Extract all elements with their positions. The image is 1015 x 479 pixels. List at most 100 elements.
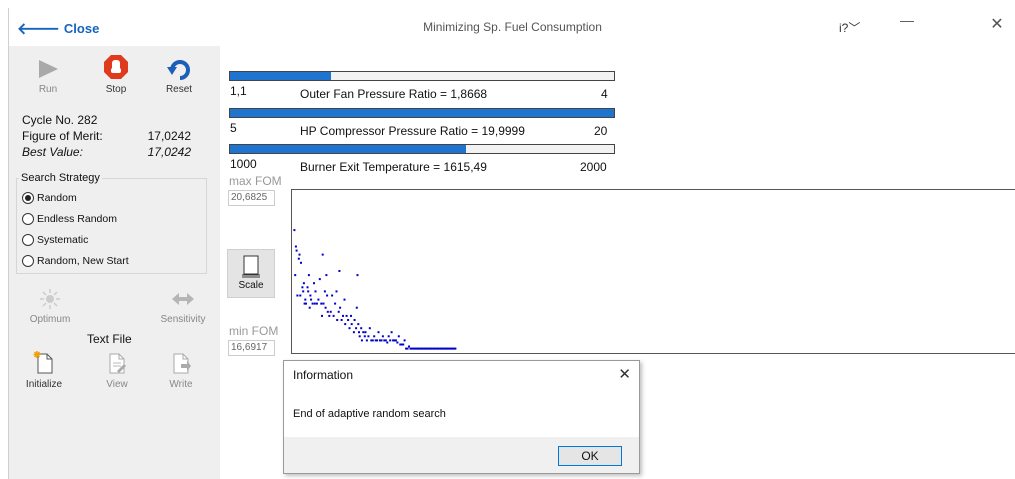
radio-endless-random[interactable]: Endless Random xyxy=(22,213,117,225)
scatter-point-16 xyxy=(307,290,310,293)
scale-button[interactable]: Scale xyxy=(227,249,275,298)
stop-button[interactable]: Stop xyxy=(99,54,133,95)
hp-compressor-min: 5 xyxy=(230,121,237,135)
dialog-close-button[interactable]: ✕ xyxy=(618,365,631,383)
outer-fan-min: 1,1 xyxy=(230,84,247,98)
undo-icon xyxy=(167,60,190,80)
scatter-point-25 xyxy=(315,302,318,305)
scatter-point-22 xyxy=(313,282,315,285)
dialog-title: Information xyxy=(293,368,354,382)
fom-label: Figure of Merit: xyxy=(22,129,103,143)
scatter-point-26 xyxy=(317,298,320,301)
scatter-point-49 xyxy=(343,298,346,301)
radio-circle xyxy=(22,213,34,225)
text-file-heading: Text File xyxy=(87,332,132,346)
sun-icon xyxy=(40,289,60,309)
scatter-point-5 xyxy=(297,257,300,260)
scatter-plot-svg xyxy=(293,229,457,350)
scatter-point-67 xyxy=(363,335,366,338)
outer-fan-bar-fill xyxy=(230,72,331,80)
scatter-point-4 xyxy=(296,294,299,297)
view-button[interactable]: View xyxy=(97,351,137,390)
write-button[interactable]: Write xyxy=(161,351,201,390)
scatter-point-24 xyxy=(314,290,317,293)
scatter-point-36 xyxy=(326,310,329,313)
hp-compressor-bar-fill xyxy=(230,109,614,117)
hp-compressor-label: HP Compressor Pressure Ratio = 19,9999 xyxy=(300,124,525,138)
scatter-point-51 xyxy=(345,314,348,317)
scatter-point-47 xyxy=(340,319,343,321)
scatter-point-9 xyxy=(301,286,304,289)
scatter-point-20 xyxy=(310,298,313,301)
scatter-point-15 xyxy=(306,286,309,289)
reset-button[interactable]: Reset xyxy=(159,58,199,95)
scatter-point-74 xyxy=(373,335,376,338)
scatter-point-55 xyxy=(350,323,353,326)
scatter-point-65 xyxy=(360,339,363,342)
hp-compressor-max: 20 xyxy=(594,124,608,138)
initialize-label: Initialize xyxy=(25,379,63,390)
scatter-point-68 xyxy=(364,331,367,334)
scatter-point-63 xyxy=(358,335,361,338)
scatter-point-1 xyxy=(294,274,297,277)
ok-button[interactable]: OK xyxy=(558,446,622,466)
scatter-point-58 xyxy=(355,327,358,330)
run-button[interactable]: Run xyxy=(31,58,65,95)
window-title: Minimizing Sp. Fuel Consumption xyxy=(423,20,602,34)
radio-systematic[interactable]: Systematic xyxy=(22,234,88,246)
scatter-point-61 xyxy=(357,323,360,326)
optimum-button[interactable]: Optimum xyxy=(25,288,75,325)
search-strategy-legend: Search Strategy xyxy=(21,172,100,184)
scatter-point-10 xyxy=(302,290,305,293)
burner-temp-min: 1000 xyxy=(230,157,257,171)
run-label: Run xyxy=(38,84,58,95)
scatter-point-6 xyxy=(298,253,301,256)
scatter-point-37 xyxy=(328,314,331,317)
scatter-point-62 xyxy=(358,331,360,334)
cycle-number: Cycle No. 282 xyxy=(22,113,98,127)
scatter-point-85 xyxy=(389,339,392,342)
scatter-point-33 xyxy=(324,306,327,309)
scatter-point-34 xyxy=(325,274,328,277)
window-close-button[interactable]: ✕ xyxy=(987,14,1007,34)
radio-random-new-start[interactable]: Random, New Start xyxy=(22,255,129,267)
burner-temp-max: 2000 xyxy=(580,160,607,174)
scatter-point-42 xyxy=(335,290,338,293)
scatter-point-13 xyxy=(304,298,307,301)
outer-fan-label: Outer Fan Pressure Ratio = 1,8668 xyxy=(300,87,488,101)
left-panel: Run Stop Reset Cycle No. 282 Figure of M… xyxy=(9,46,220,479)
scatter-point-32 xyxy=(323,290,326,293)
help-button[interactable]: i?﹀ xyxy=(839,19,860,36)
radio-circle xyxy=(22,192,34,204)
scatter-point-28 xyxy=(320,302,323,305)
scatter-point-77 xyxy=(377,331,380,334)
radio-random[interactable]: Random xyxy=(22,192,77,204)
stop-label: Stop xyxy=(105,84,127,95)
burner-temp-bar xyxy=(229,144,615,154)
scatter-point-44 xyxy=(337,310,340,313)
scatter-point-59 xyxy=(355,306,358,309)
scatter-point-41 xyxy=(334,302,337,305)
scatter-point-40 xyxy=(332,314,335,317)
scatter-point-14 xyxy=(305,302,307,305)
radio-label: Endless Random xyxy=(37,213,117,225)
scatter-point-97 xyxy=(406,347,409,350)
reset-label: Reset xyxy=(165,84,193,95)
sensitivity-button[interactable]: Sensitivity xyxy=(155,288,211,325)
minimize-button[interactable]: — xyxy=(897,12,917,32)
scatter-point-95 xyxy=(403,339,406,342)
scatter-point-39 xyxy=(331,294,334,297)
scatter-point-54 xyxy=(350,314,352,317)
scatter-point-83 xyxy=(386,341,389,344)
scatter-point-57 xyxy=(353,319,356,321)
scatter-point-130 xyxy=(454,347,457,350)
radio-label: Systematic xyxy=(37,234,89,246)
scatter-point-45 xyxy=(338,270,341,272)
scatter-point-76 xyxy=(376,339,379,342)
scale-label: Scale xyxy=(238,280,264,291)
initialize-button[interactable]: Initialize xyxy=(21,351,67,390)
scale-icon xyxy=(242,255,260,278)
scatter-point-69 xyxy=(365,339,368,342)
scatter-point-17 xyxy=(307,274,310,277)
scatter-point-38 xyxy=(329,310,332,313)
